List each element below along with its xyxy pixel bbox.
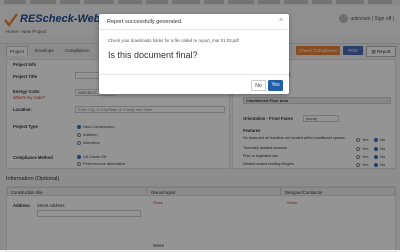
dialog-question: Is this document final? [108,50,198,60]
dialog-title: Report successfully generated. [107,19,183,25]
no-button[interactable]: No [251,80,266,91]
dialog-divider [99,29,289,30]
report-generated-dialog: Report successfully generated. × Check y… [99,14,289,94]
yes-button[interactable]: Yes [268,80,283,91]
close-icon[interactable]: × [279,17,283,25]
dialog-message: Check your downloads folder for a file c… [108,38,239,43]
dialog-footer-divider [99,74,289,75]
